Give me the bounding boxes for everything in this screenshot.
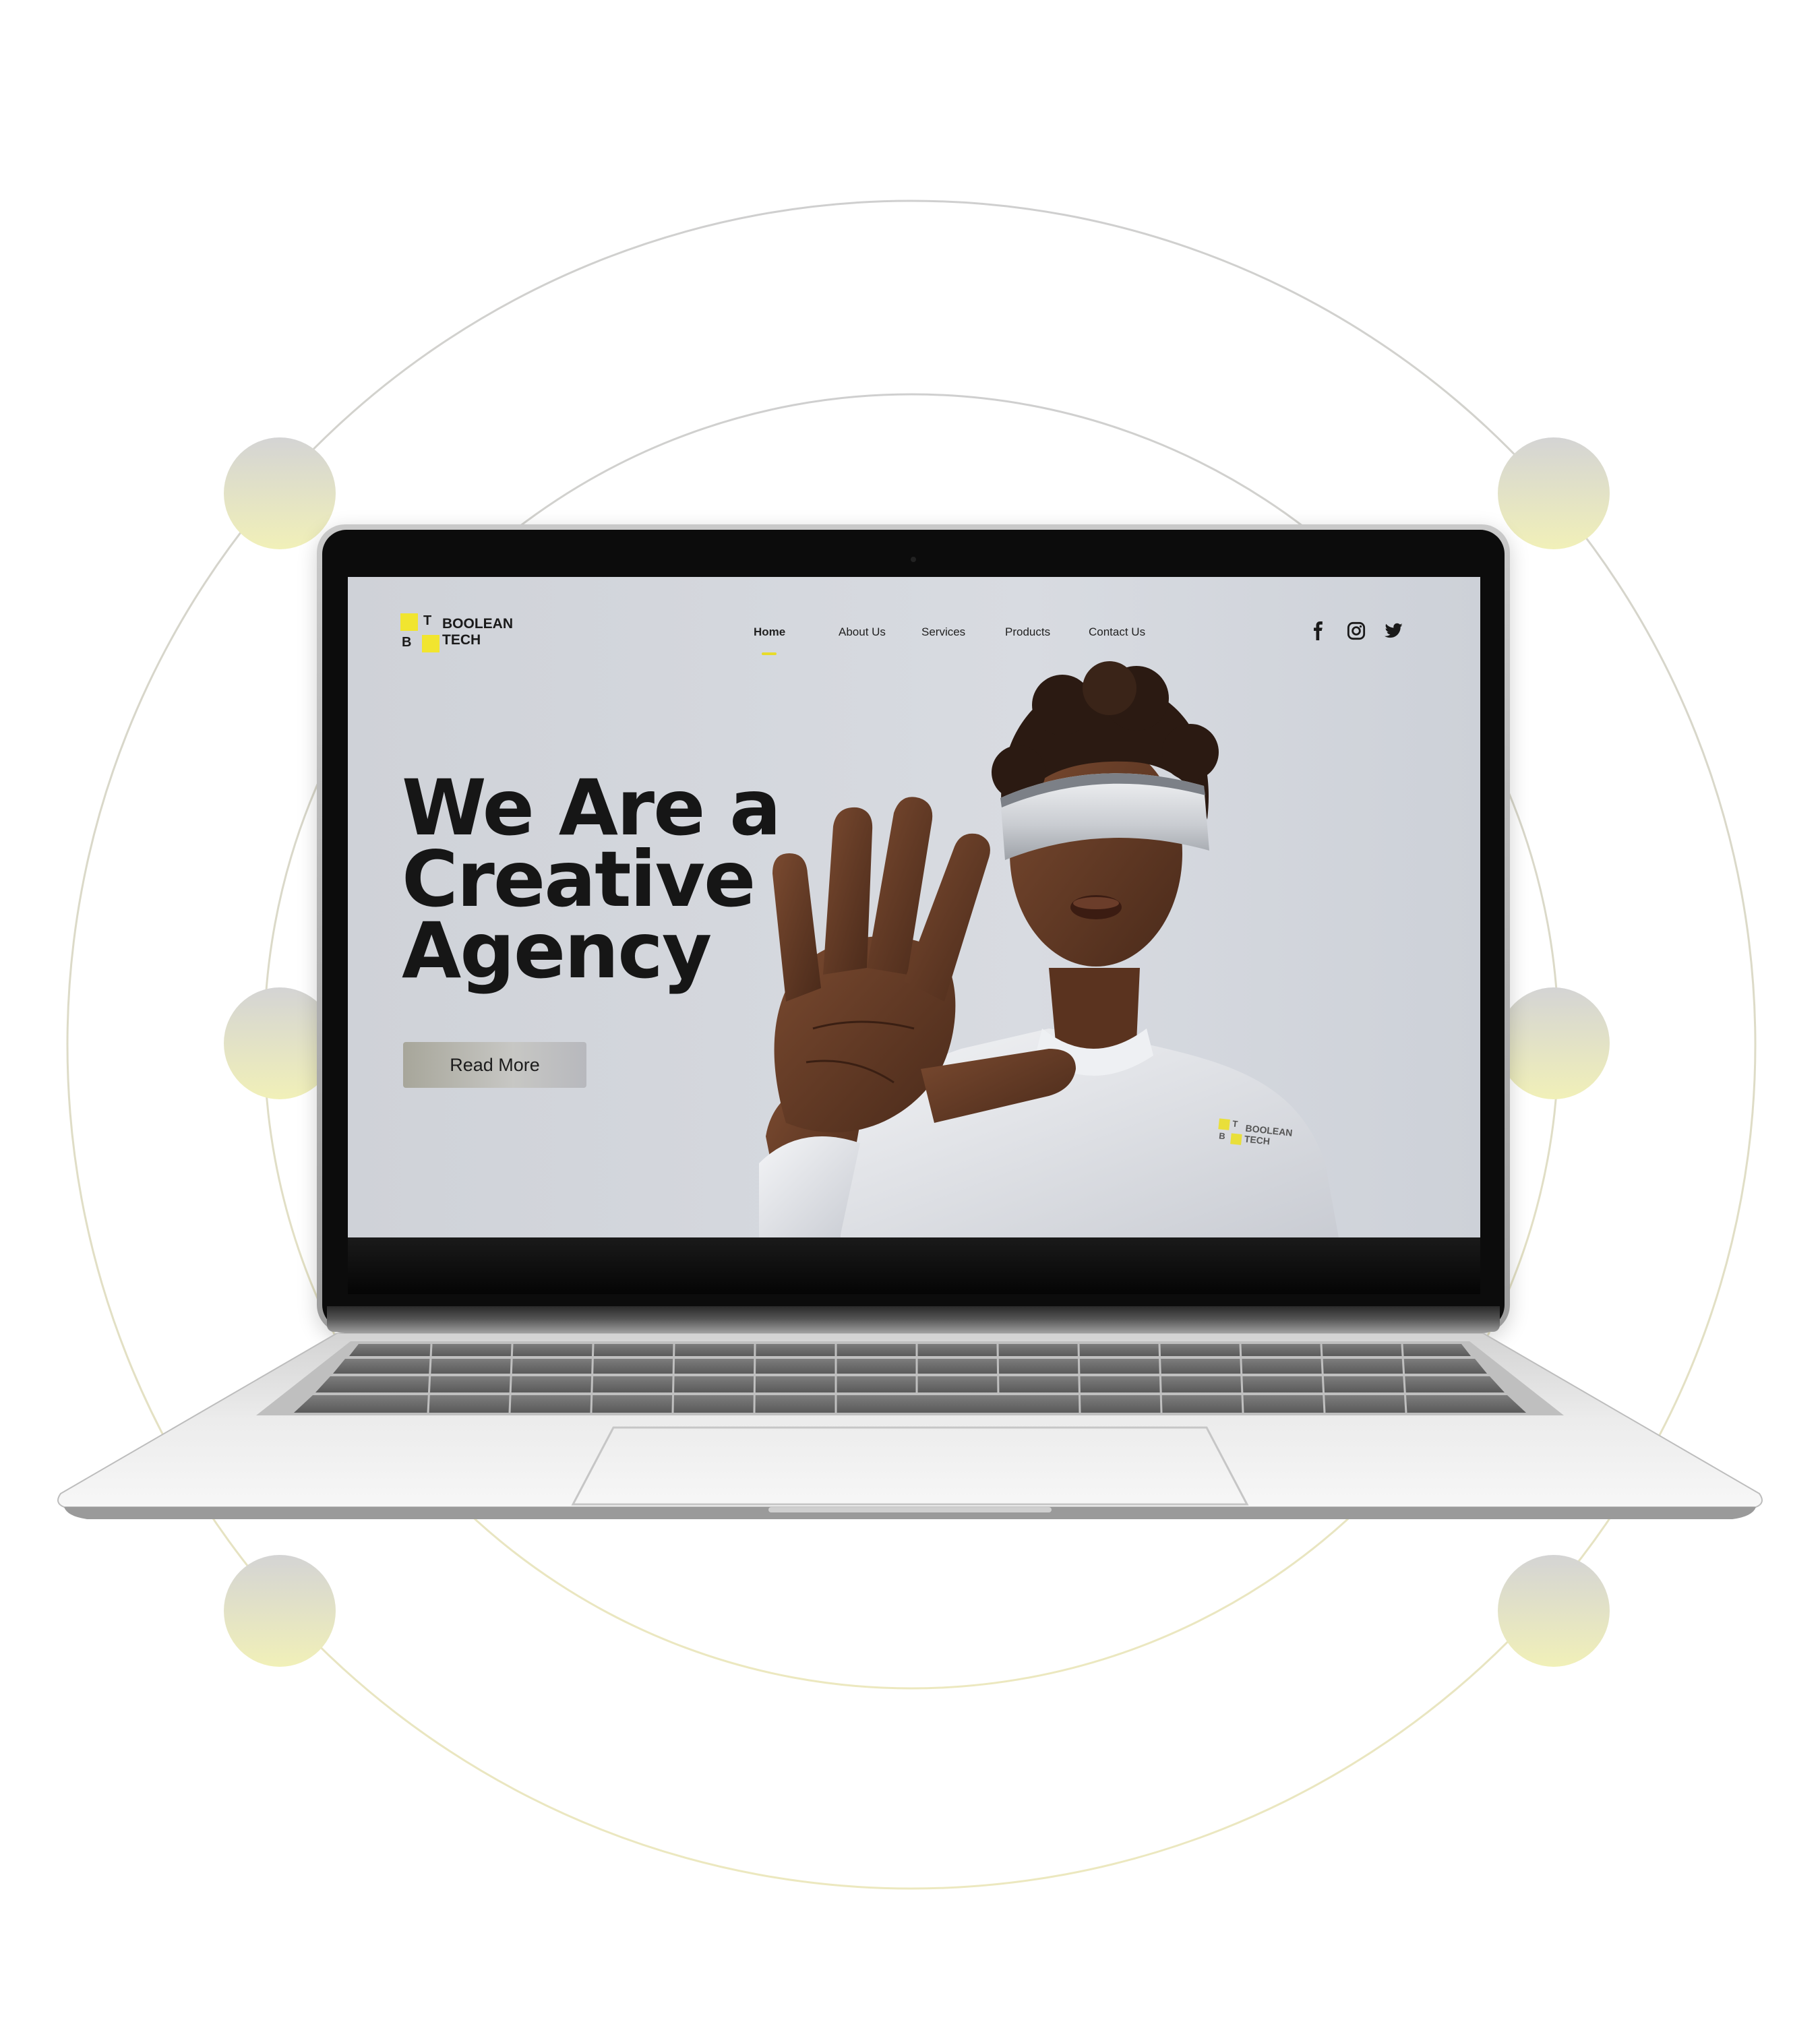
laptop-base	[57, 1333, 1763, 1519]
twitter-icon[interactable]	[1385, 621, 1403, 640]
hero-person-image	[759, 661, 1339, 1237]
logo-square-top	[400, 613, 418, 631]
laptop-screen: T B BOOLEAN TECH Home About Us Services …	[348, 577, 1480, 1237]
webcam-icon	[911, 557, 916, 562]
laptop-hinge	[327, 1306, 1500, 1332]
nav-item-products[interactable]: Products	[1005, 625, 1050, 639]
orbit-dot	[1498, 437, 1610, 549]
shirt-logo-letter-top: T	[1232, 1118, 1238, 1130]
nav-item-about-us[interactable]: About Us	[839, 625, 886, 639]
nav-item-contact-us[interactable]: Contact Us	[1089, 625, 1145, 639]
nav-item-services[interactable]: Services	[921, 625, 965, 639]
instagram-icon[interactable]	[1347, 621, 1366, 640]
nav-active-indicator	[762, 652, 777, 655]
hero-title-line-2: Creative	[402, 834, 756, 924]
orbit-dot	[1498, 1555, 1610, 1667]
shirt-logo-square-top	[1218, 1118, 1230, 1130]
shirt-logo-letter-bottom: B	[1218, 1130, 1226, 1142]
screen-bottom-bezel	[348, 1237, 1480, 1294]
facebook-icon[interactable]	[1309, 621, 1328, 640]
logo-word-1: BOOLEAN	[442, 616, 513, 632]
hero-title: We Are a Creative Agency	[402, 763, 781, 995]
logo-square-bottom	[422, 635, 439, 652]
hero-title-line-3: Agency	[402, 906, 712, 995]
shirt-logo-word-2: TECH	[1244, 1133, 1271, 1147]
read-more-button[interactable]: Read More	[403, 1042, 586, 1088]
keyboard	[294, 1343, 1526, 1413]
logo-word-2: TECH	[442, 632, 481, 648]
hero-title-line-1: We Are a	[402, 763, 781, 853]
nav-item-home[interactable]: Home	[754, 625, 785, 639]
logo-letter-bottom: B	[402, 635, 412, 650]
orbit-dot	[224, 1555, 336, 1667]
brand-logo[interactable]: T B BOOLEAN TECH	[400, 613, 535, 656]
shirt-logo-square-bottom	[1230, 1133, 1242, 1145]
orbit-dot	[1498, 987, 1610, 1099]
logo-letter-top: T	[423, 613, 432, 628]
orbit-dot	[224, 437, 336, 549]
